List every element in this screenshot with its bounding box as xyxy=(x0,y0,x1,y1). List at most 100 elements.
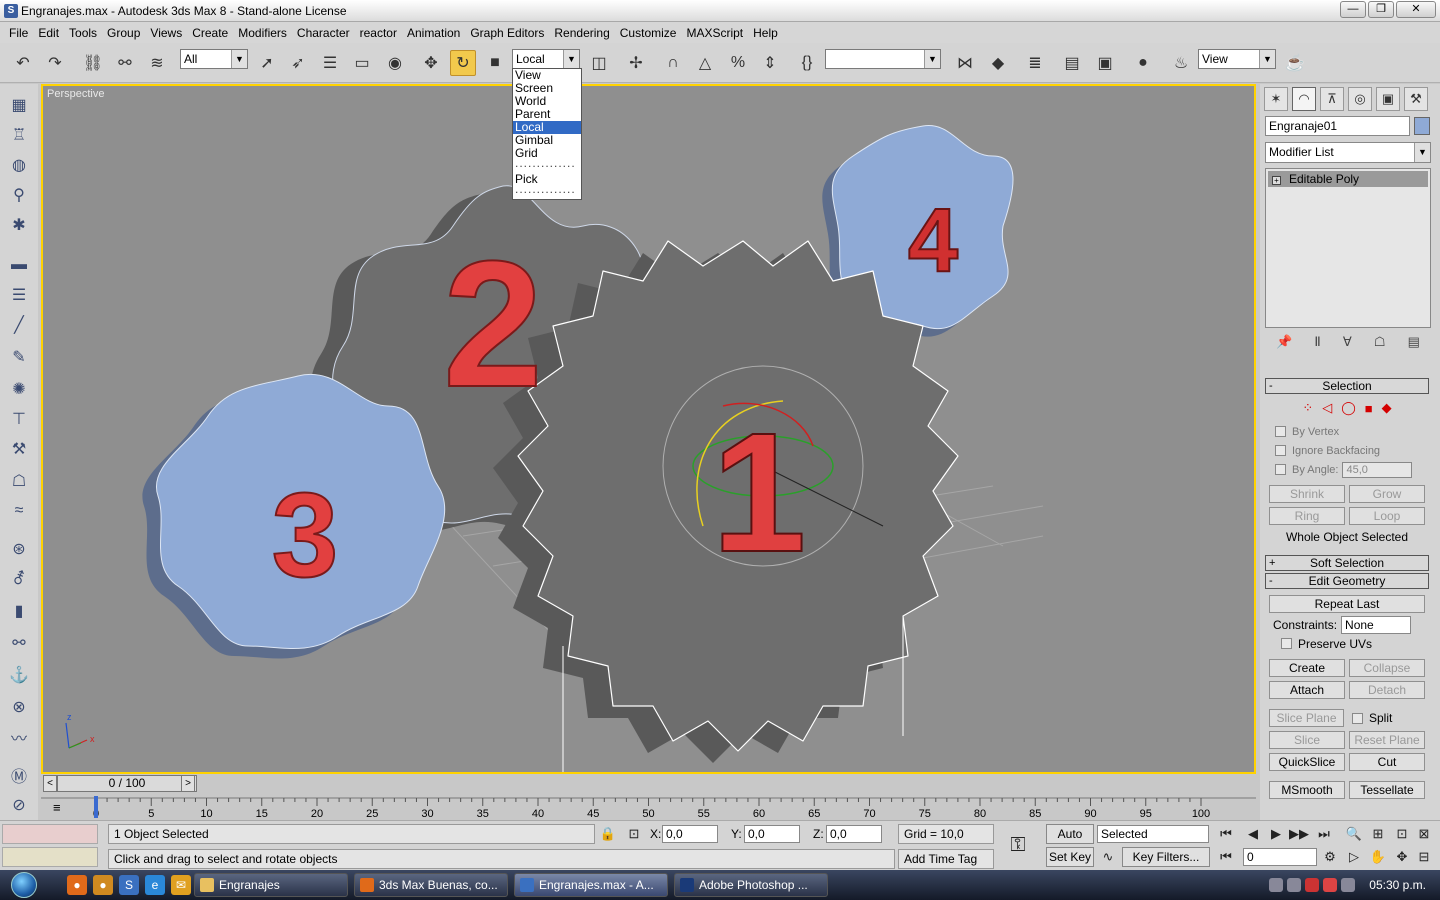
analyze-world-icon[interactable]: ⊘ xyxy=(6,792,32,818)
create-button[interactable]: Create xyxy=(1269,659,1345,677)
perspective-viewport[interactable]: Perspective 2 3 4 1 x z xyxy=(41,84,1256,774)
render-scene-icon[interactable]: ♨ xyxy=(1168,50,1194,76)
constraint-solver-icon[interactable]: ⊛ xyxy=(6,536,32,562)
dashpot-icon[interactable]: ╱ xyxy=(6,312,32,338)
absolute-mode-icon[interactable]: ⊡ xyxy=(624,824,644,844)
undo-icon[interactable]: ↶ xyxy=(10,50,36,76)
pan-icon[interactable]: ✋ xyxy=(1368,847,1388,867)
menu-animation[interactable]: Animation xyxy=(402,26,465,40)
maximize-button[interactable]: ❐ xyxy=(1368,1,1394,18)
remove-modifier-icon[interactable]: ☖ xyxy=(1374,334,1386,354)
point-path-icon[interactable]: 〰 xyxy=(6,724,32,750)
next-frame-icon[interactable]: ▶▶ xyxy=(1289,824,1309,844)
create-animation-icon[interactable]: Ⓜ xyxy=(6,762,32,788)
by-angle-checkbox[interactable]: By Angle: 45,0 xyxy=(1263,460,1431,479)
menu-group[interactable]: Group xyxy=(102,26,145,40)
rect-selection-icon[interactable]: ▭ xyxy=(349,50,375,76)
wind-icon[interactable]: ✺ xyxy=(6,376,32,402)
next-frame-arrow-icon[interactable]: > xyxy=(181,775,195,792)
set-key-icon[interactable]: ⚿ xyxy=(1008,835,1028,855)
utilities-tab-icon[interactable]: ⚒ xyxy=(1404,87,1428,111)
key-mode-toggle-icon[interactable]: ⏮ xyxy=(1216,847,1236,867)
task-engranajes-folder[interactable]: Engranajes xyxy=(194,873,348,897)
modify-tab-icon[interactable]: ◠ xyxy=(1292,87,1316,111)
detach-button[interactable]: Detach xyxy=(1349,681,1425,699)
reset-plane-button[interactable]: Reset Plane xyxy=(1349,731,1425,749)
ragdoll-icon[interactable]: ⚦ xyxy=(6,566,32,592)
slice-button[interactable]: Slice xyxy=(1269,731,1345,749)
3ds-max-quicklaunch-icon[interactable]: S xyxy=(119,875,139,895)
menu-help[interactable]: Help xyxy=(748,26,783,40)
polygon-icon[interactable]: ■ xyxy=(1365,401,1373,416)
manipulate-icon[interactable]: ✢ xyxy=(623,50,649,76)
bind-spacewarp-icon[interactable]: ≋ xyxy=(144,50,170,76)
mirror-icon[interactable]: ⋈ xyxy=(952,50,978,76)
prismatic-icon[interactable]: ⚓ xyxy=(6,662,32,688)
snaps-toggle-icon[interactable]: ∩ xyxy=(660,50,686,76)
plane-icon[interactable]: ▬ xyxy=(6,252,32,278)
go-to-start-icon[interactable]: ⏮ xyxy=(1216,824,1236,844)
edit-named-selection-icon[interactable]: {} xyxy=(794,50,820,76)
quick-render-teapot-icon[interactable]: ☕ xyxy=(1282,50,1308,76)
maxscript-listener-mini[interactable] xyxy=(2,824,98,844)
zoom-all-icon[interactable]: ⊞ xyxy=(1368,824,1388,844)
deforming-mesh-icon[interactable]: ✱ xyxy=(6,212,32,238)
task-photoshop[interactable]: Adobe Photoshop ... xyxy=(674,873,828,897)
create-tab-icon[interactable]: ✶ xyxy=(1264,87,1288,111)
auto-key-button[interactable]: Auto Key xyxy=(1046,824,1094,859)
select-by-name-icon[interactable]: ➶ xyxy=(285,50,311,76)
set-key-button[interactable]: Set Key xyxy=(1046,847,1094,867)
hierarchy-tab-icon[interactable]: ⊼ xyxy=(1320,87,1344,111)
stack-item-editable-poly[interactable]: + Editable Poly xyxy=(1268,171,1428,187)
repeat-last-button[interactable]: Repeat Last xyxy=(1269,595,1425,613)
expand-icon[interactable]: + xyxy=(1272,176,1281,185)
angle-spinner[interactable]: 45,0 xyxy=(1342,461,1413,478)
reference-coord-dropdown[interactable]: Local ▼ xyxy=(512,49,580,69)
rollout-soft-selection[interactable]: + Soft Selection xyxy=(1265,555,1429,571)
menu-create[interactable]: Create xyxy=(187,26,233,40)
align-icon[interactable]: ◆ xyxy=(985,50,1011,76)
constraints-dropdown[interactable]: None xyxy=(1341,615,1412,634)
menu-file[interactable]: File xyxy=(4,26,33,40)
language-icon[interactable] xyxy=(1341,878,1356,892)
maxscript-output-mini[interactable] xyxy=(2,847,98,867)
wave-icon[interactable]: ≈ xyxy=(6,498,32,524)
field-of-view-icon[interactable]: ▷ xyxy=(1344,847,1364,867)
maximize-viewport-icon[interactable]: ⊟ xyxy=(1414,847,1434,867)
mail-icon[interactable]: ✉ xyxy=(171,875,191,895)
minimize-button[interactable]: — xyxy=(1340,1,1366,18)
element-icon[interactable]: ◆ xyxy=(1382,400,1392,416)
schematic-view-icon[interactable]: ▣ xyxy=(1092,50,1118,76)
rollout-selection[interactable]: - Selection xyxy=(1265,378,1429,394)
checkbox-icon[interactable] xyxy=(1352,712,1363,724)
prev-frame-arrow-icon[interactable]: < xyxy=(43,775,57,792)
border-icon[interactable]: ◯ xyxy=(1341,400,1356,416)
time-configuration-icon[interactable]: ⚙ xyxy=(1320,847,1340,867)
start-button[interactable] xyxy=(0,870,48,900)
selection-filter-dropdown[interactable]: All ▼ xyxy=(180,49,248,69)
hinge-icon[interactable]: ▮ xyxy=(6,598,32,624)
task-firefox[interactable]: 3ds Max Buenas, co... xyxy=(354,873,508,897)
window-crossing-icon[interactable]: ◉ xyxy=(382,50,408,76)
menu-edit[interactable]: Edit xyxy=(33,26,64,40)
cloth-icon[interactable]: ♖ xyxy=(6,122,32,148)
current-frame-field[interactable]: 0 xyxy=(1243,848,1317,866)
select-object-icon[interactable]: ➚ xyxy=(254,50,280,76)
curve-editor-icon[interactable]: ▤ xyxy=(1059,50,1085,76)
volume-icon[interactable] xyxy=(1287,878,1302,892)
key-filters-button[interactable]: Key Filters... xyxy=(1122,847,1210,867)
y-coordinate-field[interactable]: 0,0 xyxy=(744,825,800,843)
time-slider[interactable]: 0 / 100 xyxy=(57,775,197,792)
network-icon[interactable] xyxy=(1269,878,1284,892)
slice-plane-button[interactable]: Slice Plane xyxy=(1269,709,1344,727)
zoom-extents-all-icon[interactable]: ⊠ xyxy=(1414,824,1434,844)
menu-customize[interactable]: Customize xyxy=(615,26,682,40)
ignore-backfacing-checkbox[interactable]: Ignore Backfacing xyxy=(1263,441,1431,460)
menu-graph-editors[interactable]: Graph Editors xyxy=(465,26,549,40)
play-icon[interactable]: ▶ xyxy=(1266,824,1286,844)
car-wheel-icon[interactable]: ⊗ xyxy=(6,694,32,720)
cut-button[interactable]: Cut xyxy=(1349,753,1425,771)
lock-selection-icon[interactable]: 🔒 xyxy=(598,824,618,844)
percent-snap-icon[interactable]: % xyxy=(725,50,751,76)
show-end-result-icon[interactable]: Ⅱ xyxy=(1314,334,1320,354)
